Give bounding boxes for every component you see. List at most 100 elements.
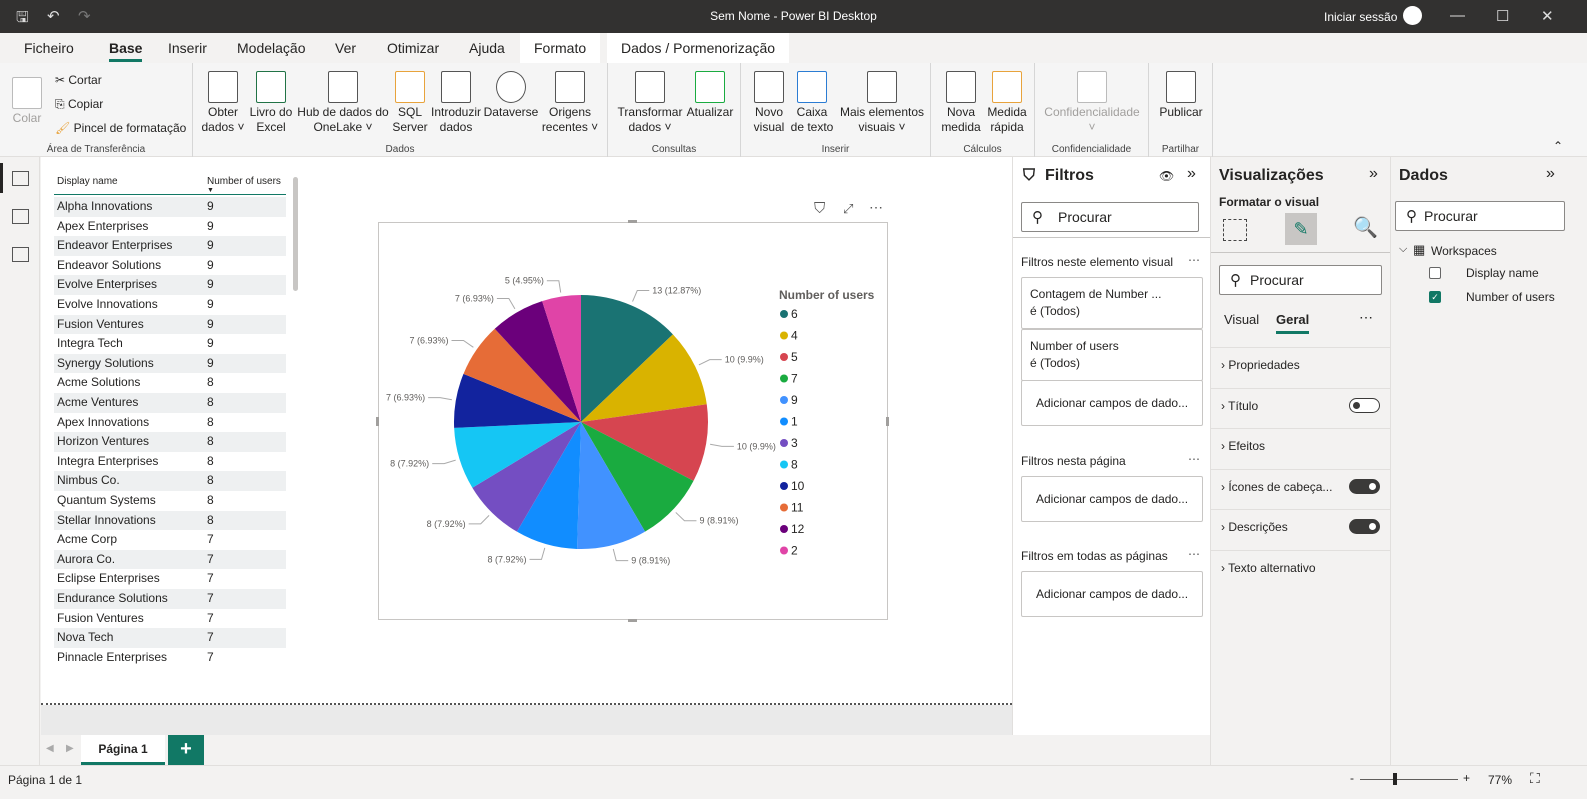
legend-item-3[interactable]: 3 xyxy=(791,436,798,450)
paste-button[interactable]: Colar xyxy=(12,77,42,126)
table-row[interactable]: Aurora Co. 7 xyxy=(54,549,286,570)
dataverse-button[interactable]: Dataverse xyxy=(483,71,539,120)
sql-server-button[interactable]: SQL Server xyxy=(391,71,429,135)
table-row[interactable]: Integra Enterprises 8 xyxy=(54,452,286,472)
toggle-switch[interactable] xyxy=(1349,478,1380,494)
table-row[interactable]: Acme Ventures 8 xyxy=(54,393,286,413)
collapse-icon[interactable]: » xyxy=(1187,165,1196,183)
filters-search-input[interactable]: ⚲ Procurar xyxy=(1021,202,1199,232)
table-row[interactable]: Nimbus Co. 8 xyxy=(54,471,286,491)
checkbox-number-of-users[interactable]: ✓ xyxy=(1429,291,1441,303)
sensitivity-button[interactable]: Confidencialidade ˅ xyxy=(1041,71,1143,135)
tab-otimizar[interactable]: Otimizar xyxy=(387,40,439,56)
tab-inserir[interactable]: Inserir xyxy=(168,40,207,56)
quick-measure-button[interactable]: Medida rápida xyxy=(985,71,1029,135)
card-5[interactable]: › Texto alternativo xyxy=(1221,561,1381,575)
tab-ficheiro[interactable]: Ficheiro xyxy=(24,40,74,56)
tab-modelacao[interactable]: Modelação xyxy=(237,40,306,56)
data-search-input[interactable]: ⚲ Procurar xyxy=(1395,201,1565,231)
resize-handle[interactable] xyxy=(628,220,637,223)
toggle-switch[interactable] xyxy=(1349,397,1380,413)
tab-page-1[interactable]: Página 1 xyxy=(81,735,165,765)
refresh-button[interactable]: Atualizar xyxy=(684,71,736,120)
new-measure-button[interactable]: Nova medida xyxy=(939,71,983,135)
legend-item-9[interactable]: 9 xyxy=(791,393,798,407)
table-row[interactable]: Apex Enterprises 9 xyxy=(54,217,286,237)
recent-sources-button[interactable]: Origens recentes ˅ xyxy=(541,71,599,135)
more-icon[interactable]: ⋯ xyxy=(1188,547,1200,561)
build-visual-icon[interactable] xyxy=(1223,219,1247,241)
filter-icon[interactable]: ⛉ xyxy=(814,200,825,217)
add-page-button[interactable]: + xyxy=(168,735,204,765)
tab-dados-pormenorizacao[interactable]: Dados / Pormenorização xyxy=(607,33,790,63)
table-row[interactable]: Evolve Innovations 9 xyxy=(54,295,286,315)
zoom-slider[interactable] xyxy=(1360,779,1458,780)
table-row[interactable]: Stellar Innovations 8 xyxy=(54,510,286,531)
collapse-icon[interactable]: » xyxy=(1546,165,1555,183)
new-visual-button[interactable]: Novo visual xyxy=(749,71,789,135)
transform-data-button[interactable]: Transformar dados ˅ xyxy=(616,71,684,135)
focus-mode-icon[interactable]: ⤢ xyxy=(843,201,853,217)
maximize-icon[interactable]: ☐ xyxy=(1496,7,1509,25)
zoom-in-button[interactable]: + xyxy=(1463,771,1470,785)
table-row[interactable]: Fusion Ventures 9 xyxy=(54,314,286,335)
field-number-of-users[interactable]: Number of users xyxy=(1466,290,1555,304)
table-row[interactable]: Endurance Solutions 7 xyxy=(54,589,286,609)
table-name-workspaces[interactable]: Workspaces xyxy=(1431,244,1497,258)
resize-handle[interactable] xyxy=(376,417,379,426)
field-display-name[interactable]: Display name xyxy=(1466,266,1539,280)
table-row[interactable]: Acme Corp 7 xyxy=(54,530,286,550)
legend-item-1[interactable]: 1 xyxy=(791,415,798,429)
checkbox-display-name[interactable] xyxy=(1429,267,1441,279)
chevron-down-icon[interactable]: ⌵ xyxy=(1399,243,1407,256)
eye-icon[interactable]: 👁 xyxy=(1159,169,1174,183)
table-row[interactable]: Fusion Ventures 7 xyxy=(54,609,286,629)
get-data-button[interactable]: Obter dados ˅ xyxy=(201,71,245,135)
filter-card[interactable]: Contagem de Number ... é (Todos) xyxy=(1021,277,1203,329)
next-page-icon[interactable]: ▶ xyxy=(66,743,74,754)
more-icon[interactable]: ⋯ xyxy=(1188,452,1200,466)
table-row[interactable]: Endeavor Enterprises 9 xyxy=(54,236,286,256)
table-row[interactable]: Integra Tech 9 xyxy=(54,334,286,354)
more-options-icon[interactable]: ⋯ xyxy=(869,199,883,216)
more-icon[interactable]: ⋯ xyxy=(1359,309,1373,326)
table-row[interactable]: Nova Tech 7 xyxy=(54,628,286,648)
model-view-icon[interactable] xyxy=(12,247,29,262)
card-0[interactable]: › Propriedades xyxy=(1221,358,1381,372)
text-box-button[interactable]: Caixa de texto xyxy=(789,71,835,135)
viz-search-input[interactable]: ⚲ Procurar xyxy=(1219,265,1382,295)
add-fields-dropzone[interactable]: Adicionar campos de dado... xyxy=(1021,571,1203,617)
tab-ajuda[interactable]: Ajuda xyxy=(469,40,505,56)
card-2[interactable]: › Efeitos xyxy=(1221,439,1381,453)
legend-item-6[interactable]: 6 xyxy=(791,307,798,321)
analytics-icon[interactable]: 🔍 xyxy=(1353,215,1378,240)
tab-ver[interactable]: Ver xyxy=(335,40,356,56)
more-icon[interactable]: ⋯ xyxy=(1188,253,1200,267)
legend-item-10[interactable]: 10 xyxy=(791,479,805,493)
filter-card[interactable]: Number of users é (Todos) xyxy=(1021,329,1203,381)
pie-chart-visual[interactable]: 13 (12.87%) 10 (9.9%) 10 (9.9%) 9 (8.91%) 9 … xyxy=(378,222,888,620)
signin-link[interactable]: Iniciar sessão xyxy=(1324,10,1397,24)
collapse-ribbon-icon[interactable]: ⌃ xyxy=(1553,139,1563,153)
collapse-icon[interactable]: » xyxy=(1369,165,1378,183)
minimize-icon[interactable]: — xyxy=(1450,7,1465,24)
table-row[interactable]: Eclipse Enterprises 7 xyxy=(54,569,286,589)
format-painter-button[interactable]: 🖌 Pincel de formatação xyxy=(55,121,186,135)
tab-visual[interactable]: Visual xyxy=(1224,312,1259,327)
fit-page-icon[interactable]: ⛶ xyxy=(1530,770,1540,787)
close-icon[interactable]: ✕ xyxy=(1541,7,1554,25)
excel-button[interactable]: Livro do Excel xyxy=(249,71,293,135)
table-view-icon[interactable] xyxy=(12,209,29,224)
table-row[interactable]: Apex Innovations 8 xyxy=(54,413,286,433)
table-row[interactable]: Pinnacle Enterprises 7 xyxy=(54,648,286,668)
zoom-slider-thumb[interactable] xyxy=(1393,773,1397,785)
prev-page-icon[interactable]: ◀ xyxy=(46,743,54,754)
tab-geral[interactable]: Geral xyxy=(1276,312,1310,334)
table-row[interactable]: Synergy Solutions 9 xyxy=(54,353,286,374)
avatar[interactable] xyxy=(1403,6,1422,25)
format-visual-icon[interactable]: ✎ xyxy=(1285,213,1317,245)
cut-button[interactable]: ✂ Cortar xyxy=(55,73,102,87)
enter-data-button[interactable]: Introduzir dados xyxy=(429,71,483,135)
resize-handle[interactable] xyxy=(628,619,637,622)
column-header-display-name[interactable]: Display name xyxy=(57,176,118,187)
